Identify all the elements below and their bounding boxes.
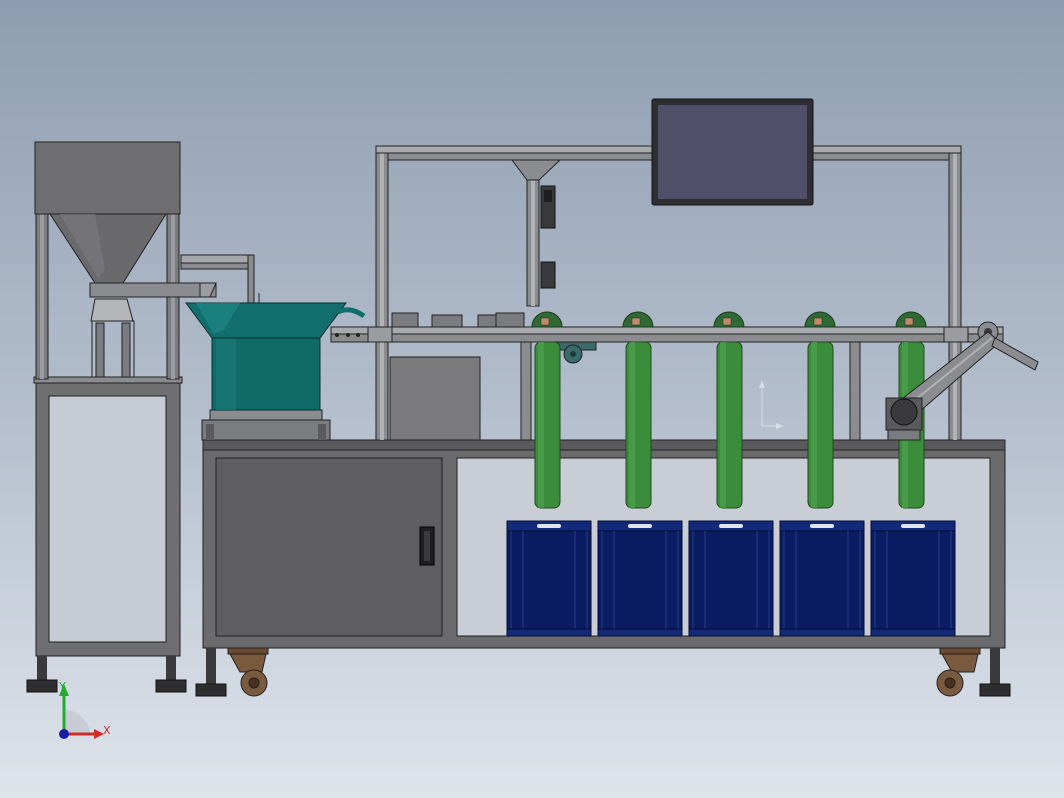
x-axis-label: X (103, 724, 111, 737)
caster-right (936, 647, 981, 697)
triad-plane-icon (64, 709, 90, 734)
cad-viewport: Y X (0, 0, 1064, 798)
collection-bin-1 (506, 520, 592, 637)
caster-left (227, 647, 269, 697)
y-axis-label: Y (58, 680, 66, 693)
collection-bin-2 (597, 520, 683, 637)
z-axis-origin (59, 729, 69, 739)
part-origin-marker (759, 380, 784, 429)
monitor (651, 98, 814, 206)
machine-drawing: Y X (26, 98, 1039, 739)
view-triad: Y X (58, 680, 111, 739)
collection-bin-3 (688, 520, 774, 637)
collection-bin-4 (779, 520, 865, 637)
collection-bin-5 (870, 520, 956, 637)
vibratory-bowl-feeder (185, 293, 366, 441)
